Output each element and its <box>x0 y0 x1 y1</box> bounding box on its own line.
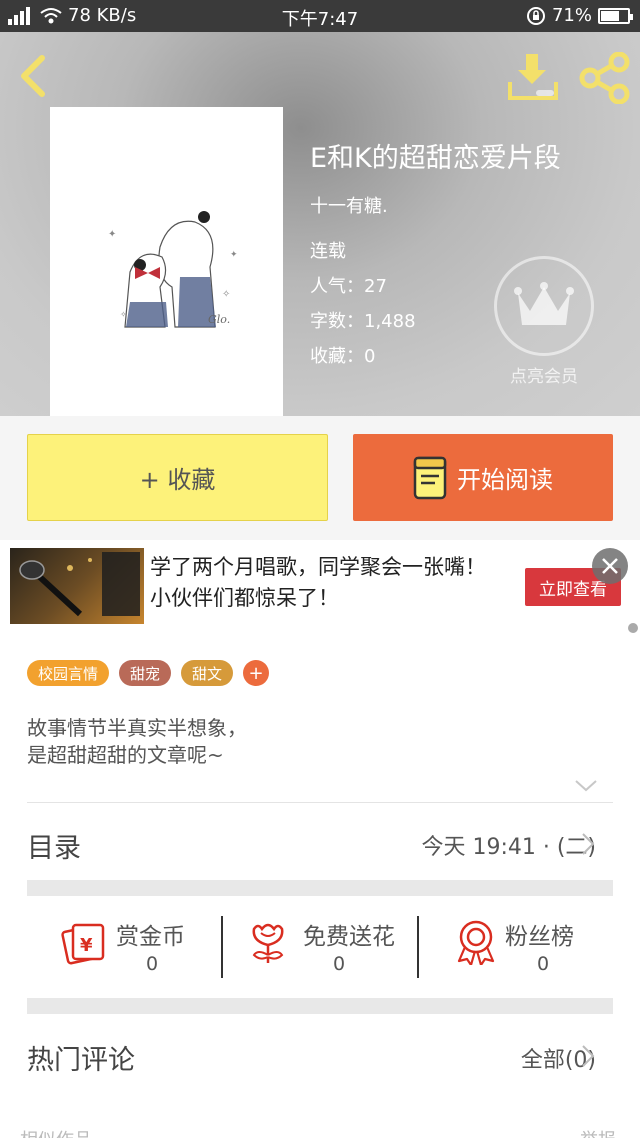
stat-value: 0 <box>333 953 346 975</box>
status-bar: 78 KB/s 下午7:47 71% <box>0 0 640 32</box>
stat-name: 赏金币 <box>116 924 185 950</box>
book-status: 连载 <box>310 241 346 262</box>
vip-label: 点亮会员 <box>510 367 578 387</box>
battery-percent: 71% <box>551 5 592 26</box>
book-header: ✦ ✦ ✧ ✧ Glo. E和K的超甜恋爱片段 十一有糖. 连载 人气：27 字… <box>0 32 640 416</box>
stat-separator <box>417 916 419 978</box>
description-line: 是超甜超甜的文章呢~ <box>27 743 224 767</box>
svg-text:✦: ✦ <box>230 250 238 260</box>
book-word-count: 字数：1,488 <box>310 311 416 332</box>
book-cover[interactable]: ✦ ✦ ✧ ✧ Glo. <box>50 107 283 416</box>
start-reading-label: 开始阅读 <box>457 466 553 494</box>
back-icon[interactable] <box>14 52 54 100</box>
fan-ranking-button[interactable]: 粉丝榜 0 <box>455 905 613 985</box>
stat-separator <box>221 916 223 978</box>
download-icon[interactable] <box>506 52 560 102</box>
battery-icon <box>598 7 633 24</box>
book-icon <box>413 456 447 499</box>
start-reading-button[interactable]: 开始阅读 <box>353 434 613 521</box>
ad-banner[interactable]: 学了两个月唱歌，同学聚会一张嘴！小伙伴们都惊呆了！ 立即查看 <box>0 540 640 635</box>
hot-comments-title: 热门评论 <box>27 1045 135 1076</box>
stat-value: 0 <box>146 953 159 975</box>
send-flower-button[interactable]: 免费送花 0 <box>248 905 418 985</box>
book-author[interactable]: 十一有糖. <box>310 192 388 218</box>
tag-sweet-story[interactable]: 甜文 <box>181 660 234 686</box>
stats-row: ¥ 赏金币 0 免费送花 0 粉丝榜 0 <box>27 905 613 993</box>
section-separator <box>27 998 613 1014</box>
ad-mark-icon <box>628 623 638 633</box>
description-line: 故事情节半真实半想象， <box>27 716 247 740</box>
book-description: 故事情节半真实半想象， 是超甜超甜的文章呢~ <box>27 715 247 769</box>
collect-button[interactable]: + 收藏 <box>27 434 328 521</box>
crown-icon <box>514 282 574 325</box>
catalog-update-time[interactable]: 今天 19:41 · (二) <box>421 829 596 861</box>
tag-list: 校园言情 甜宠 甜文 + <box>27 660 270 686</box>
book-popularity: 人气：27 <box>310 276 387 297</box>
svg-text:¥: ¥ <box>80 935 93 956</box>
divider <box>27 802 613 803</box>
tag-sweet-pet[interactable]: 甜宠 <box>119 660 172 686</box>
expand-icon[interactable] <box>574 778 598 794</box>
ad-text: 学了两个月唱歌，同学聚会一张嘴！小伙伴们都惊呆了！ <box>150 555 486 610</box>
reward-coins-button[interactable]: ¥ 赏金币 0 <box>61 905 231 985</box>
vip-badge[interactable]: 点亮会员 <box>494 256 594 387</box>
add-tag-button[interactable]: + <box>243 660 270 686</box>
cover-illustration: ✦ ✦ ✧ ✧ Glo. <box>108 211 238 328</box>
ad-image <box>10 548 144 624</box>
svg-text:✧: ✧ <box>120 310 127 319</box>
stat-name: 粉丝榜 <box>505 924 574 950</box>
red-envelope-icon: ¥ <box>61 923 105 965</box>
cover-signature: Glo. <box>208 313 230 326</box>
book-title: E和K的超甜恋爱片段 <box>310 143 561 174</box>
stat-name: 免费送花 <box>303 924 395 950</box>
report-link[interactable]: 举报 <box>580 1126 616 1138</box>
similar-works-title: 相似作品 <box>20 1126 92 1138</box>
flower-icon <box>252 923 284 963</box>
rotation-lock-icon <box>526 6 545 25</box>
stat-value: 0 <box>537 953 550 975</box>
svg-text:✧: ✧ <box>222 289 230 300</box>
svg-text:✦: ✦ <box>108 229 116 240</box>
catalog-title[interactable]: 目录 <box>27 826 81 865</box>
chevron-right-icon[interactable] <box>580 1043 596 1069</box>
book-favorites: 收藏：0 <box>310 346 376 367</box>
medal-icon <box>457 920 495 965</box>
share-icon[interactable] <box>578 52 632 104</box>
ad-close-icon[interactable] <box>592 548 628 584</box>
chevron-right-icon[interactable] <box>580 831 596 857</box>
section-separator <box>27 880 613 896</box>
tag-campus-romance[interactable]: 校园言情 <box>27 660 110 686</box>
